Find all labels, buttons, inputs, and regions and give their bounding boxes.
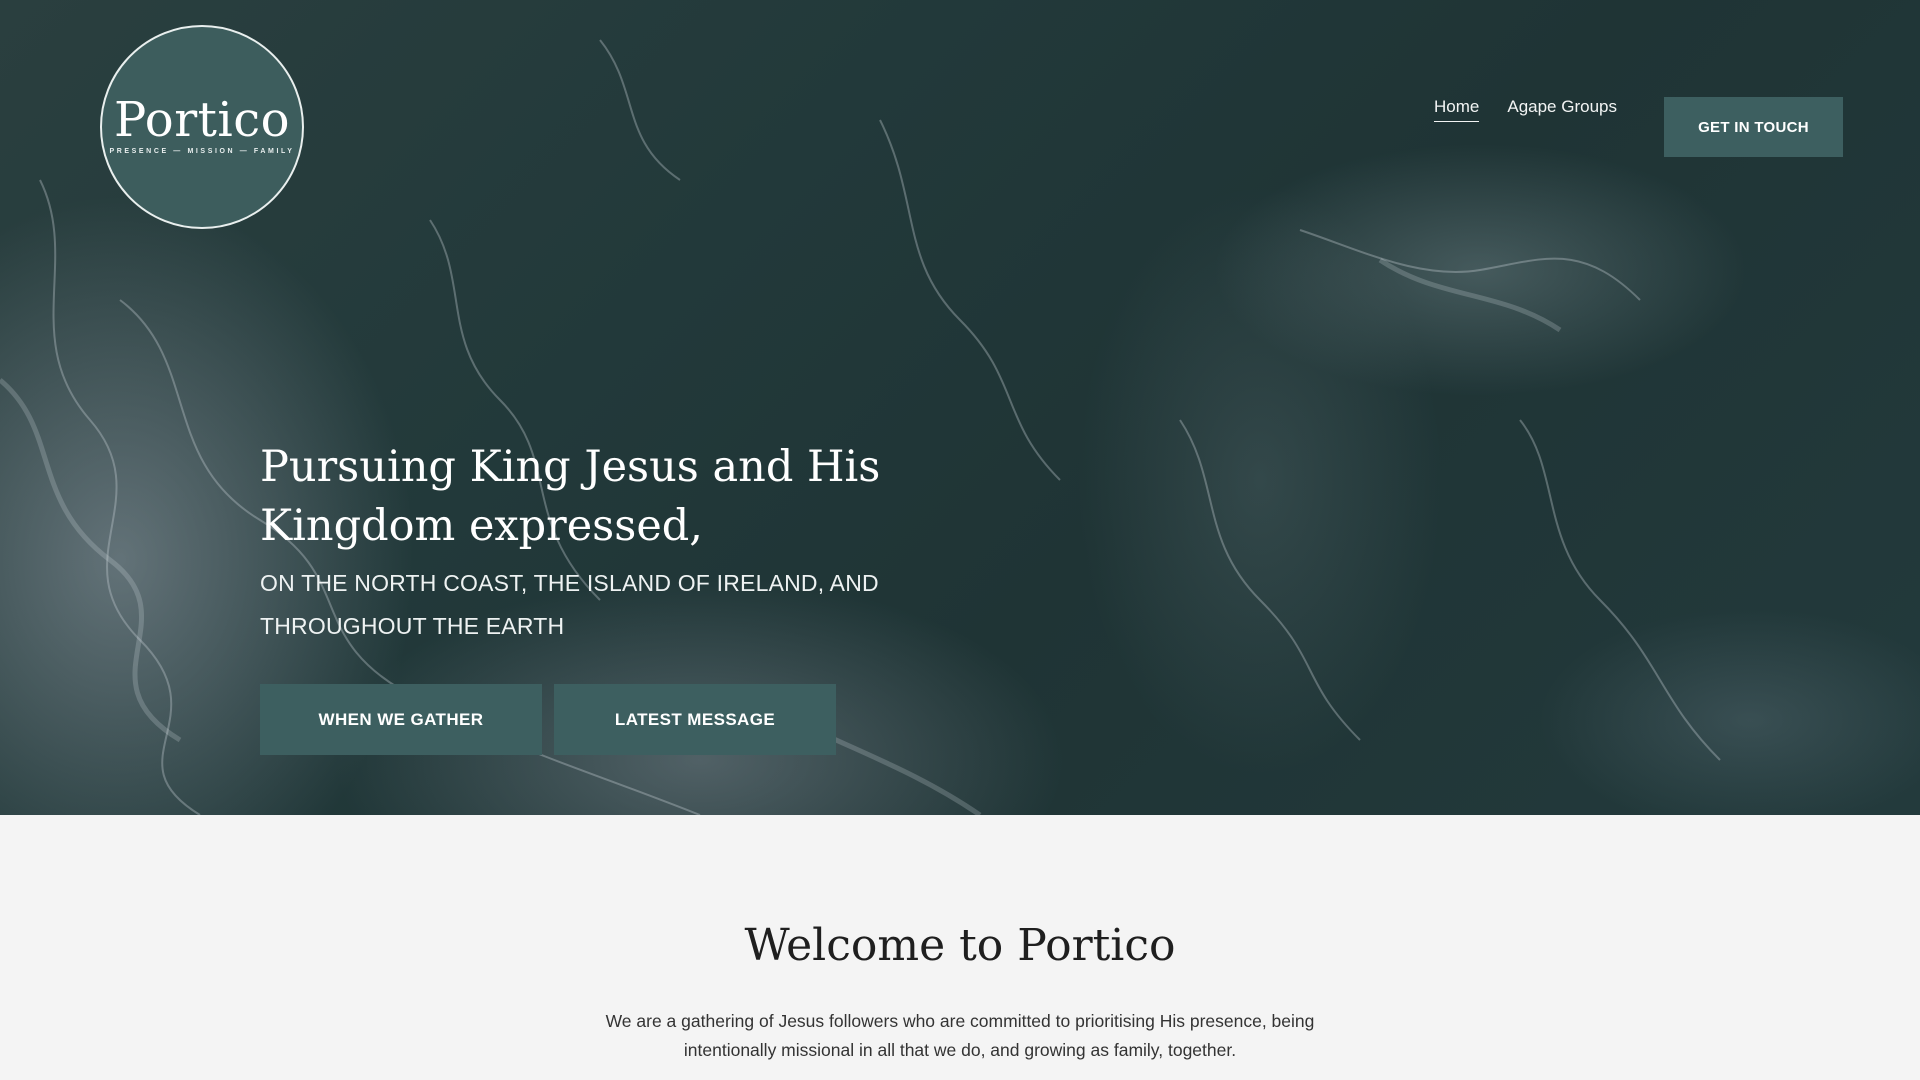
foam-streak xyxy=(0,378,182,743)
foam-streak xyxy=(1519,419,1721,761)
get-in-touch-button[interactable]: GET IN TOUCH xyxy=(1664,97,1843,157)
welcome-title: Welcome to Portico xyxy=(744,920,1176,971)
foam-streak xyxy=(599,39,681,181)
nav-link-home[interactable]: Home xyxy=(1434,97,1480,122)
foam-streak xyxy=(1179,419,1361,741)
main-nav: Home Agape Groups xyxy=(1434,97,1617,122)
portico-logo[interactable]: Portico PRESENCE — MISSION — FAMILY xyxy=(100,25,304,229)
hero-headline: Pursuing King Jesus and His Kingdom expr… xyxy=(260,442,881,551)
when-we-gather-button[interactable]: WHEN WE GATHER xyxy=(260,684,542,755)
latest-message-button[interactable]: LATEST MESSAGE xyxy=(554,684,836,755)
logo-wordmark: Portico xyxy=(113,91,291,148)
welcome-body: We are a gathering of Jesus followers wh… xyxy=(605,1011,1315,1060)
hero-section: Portico PRESENCE — MISSION — FAMILY Home… xyxy=(0,0,1920,815)
foam-streak xyxy=(879,119,1061,481)
logo-tagline: PRESENCE — MISSION — FAMILY xyxy=(109,147,295,155)
nav-link-agape-groups[interactable]: Agape Groups xyxy=(1507,97,1617,122)
hero-subline: ON THE NORTH COAST, THE ISLAND OF IRELAN… xyxy=(260,570,879,639)
welcome-section: Welcome to Portico We are a gathering of… xyxy=(0,815,1920,1080)
foam-streak xyxy=(1299,229,1641,301)
foam-streak xyxy=(39,179,201,815)
